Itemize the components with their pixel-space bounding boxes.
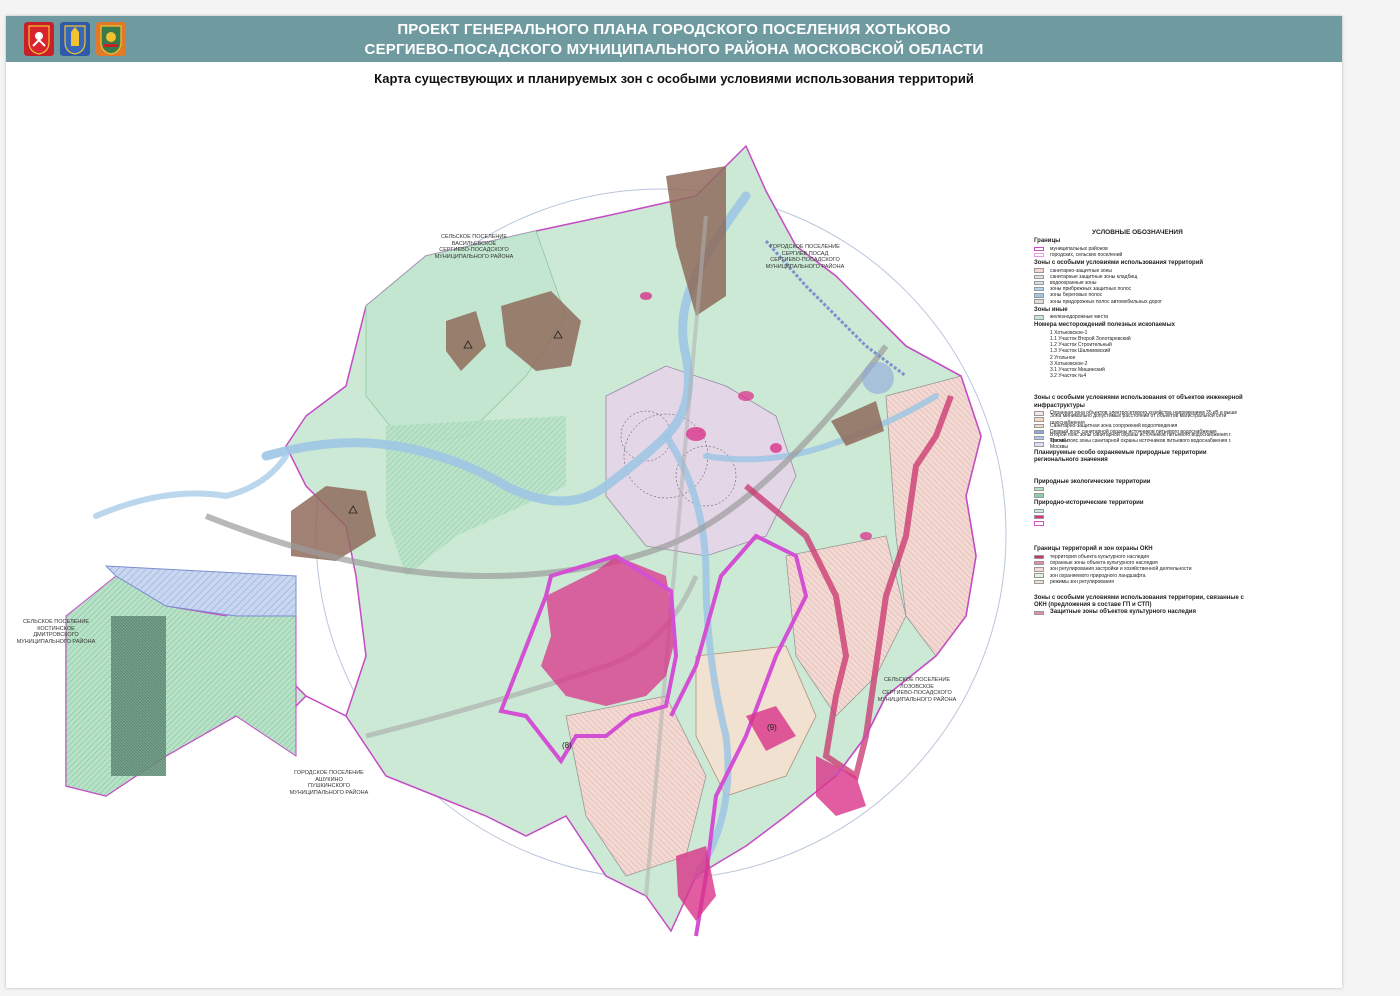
map-legend: УСЛОВНЫЕ ОБОЗНАЧЕНИЯ Границы муниципальн…: [1034, 229, 1246, 616]
map-sheet: ПРОЕКТ ГЕНЕРАЛЬНОГО ПЛАНА ГОРОДСКОГО ПОС…: [6, 16, 1342, 988]
legend-title: УСЛОВНЫЕ ОБОЗНАЧЕНИЯ: [1092, 229, 1183, 236]
heritage-point-5: [860, 532, 872, 540]
legend-protective-zones: Защитные зоны объектов культурного насле…: [1050, 609, 1196, 616]
legend-heading-zones: Зоны с особыми условиями использования т…: [1034, 260, 1204, 267]
neighbor-ne-line-4: МУНИЦИПАЛЬНОГО РАЙОНА: [765, 263, 845, 270]
neighbor-label-kostinskoe: СЕЛЬСКОЕ ПОСЕЛЕНИЕ КОСТИНСКОЕ ДМИТРОВСКО…: [6, 619, 106, 645]
legend-row: Защитные зоны объектов культурного насле…: [1034, 609, 1246, 616]
neighbor-se-line-4: МУНИЦИПАЛЬНОГО РАЙОНА: [877, 696, 957, 703]
heritage-point-4: [738, 391, 754, 401]
zone-label-9: (9): [767, 723, 777, 732]
legend-row: зоны придорожных полос автомобильных дор…: [1034, 299, 1246, 305]
legend-heading-deposits: Номера месторождений полезных ископаемых: [1034, 322, 1175, 329]
neighbor-label-lozovskoe: СЕЛЬСКОЕ ПОСЕЛЕНИЕ ЛОЗОВСКОЕ СЕРГИЕВО-ПО…: [862, 677, 972, 703]
river-west: [93, 453, 289, 519]
legend-heading-natural: Планируемые особо охраняемые природные т…: [1034, 449, 1207, 464]
legend-heading-borders: Границы: [1034, 238, 1061, 245]
neighbor-nw-line-4: МУНИЦИПАЛЬНОГО РАЙОНА: [434, 253, 514, 260]
neighbor-w-line-4: МУНИЦИПАЛЬНОГО РАЙОНА: [16, 638, 96, 645]
heritage-point-3: [640, 292, 652, 300]
legend-heading-infrastructure: Зоны с особыми условиями использования о…: [1034, 395, 1243, 409]
legend-heading-okn-proposals: Зоны с особыми условиями использования т…: [1034, 594, 1244, 609]
legend-heading-other: Зоны иные: [1034, 306, 1068, 313]
zone-label-8: (8): [562, 741, 572, 750]
water-intake-zone: [862, 362, 894, 394]
neighbor-sw-line-4: МУНИЦИПАЛЬНОГО РАЙОНА: [289, 789, 369, 796]
neighbor-label-sergiev-posad: ГОРОДСКОЕ ПОСЕЛЕНИЕ СЕРГИЕВ ПОСАД СЕРГИЕ…: [750, 244, 860, 270]
legend-row: городских, сельских поселений: [1034, 252, 1246, 258]
heritage-point-2: [770, 443, 782, 453]
legend-heading-okn: Границы территорий и зон охраны ОКН: [1034, 546, 1153, 553]
neighbor-label-ashukino: ГОРОДСКОЕ ПОСЕЛЕНИЕ АШУКИНО ПУШКИНСКОГО …: [274, 770, 384, 796]
neighbor-label-vasilyevskoe: СЕЛЬСКОЕ ПОСЕЛЕНИЕ ВАСИЛЬЕВСКОЕ СЕРГИЕВО…: [414, 234, 534, 260]
legend-row: [1034, 492, 1246, 498]
legend-row: Третий пояс зоны санитарной охраны источ…: [1034, 438, 1246, 450]
legend-heading-historical: Природно-исторические территории: [1034, 500, 1144, 507]
legend-heading-eco: Природные экологические территории: [1034, 478, 1151, 485]
legend-row: железнодорожные места: [1034, 314, 1246, 320]
heritage-point-1: [686, 427, 706, 441]
protected-forest-zone: [111, 616, 166, 776]
